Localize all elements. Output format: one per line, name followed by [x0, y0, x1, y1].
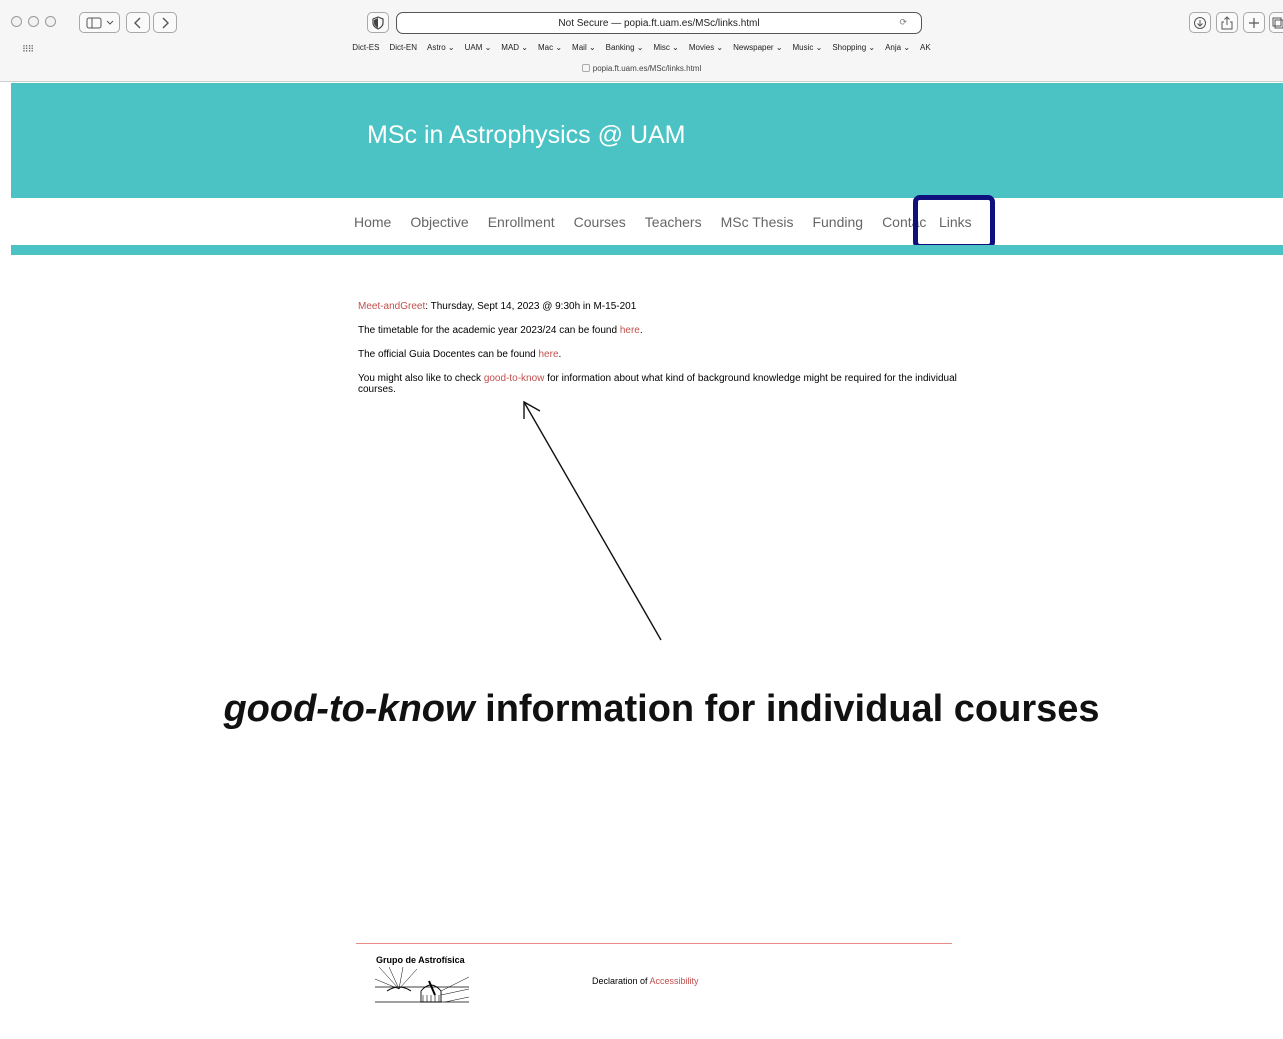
accessibility-link[interactable]: Accessibility [650, 976, 699, 986]
footer-rule [356, 943, 952, 944]
annotation-arrow [523, 400, 662, 641]
annotation-caption: good-to-know information for individual … [223, 688, 1100, 730]
accessibility-declaration: Declaration of Accessibility [592, 976, 699, 986]
grupo-astrofisica-logo[interactable]: Grupo de Astrofísica [374, 955, 471, 1007]
